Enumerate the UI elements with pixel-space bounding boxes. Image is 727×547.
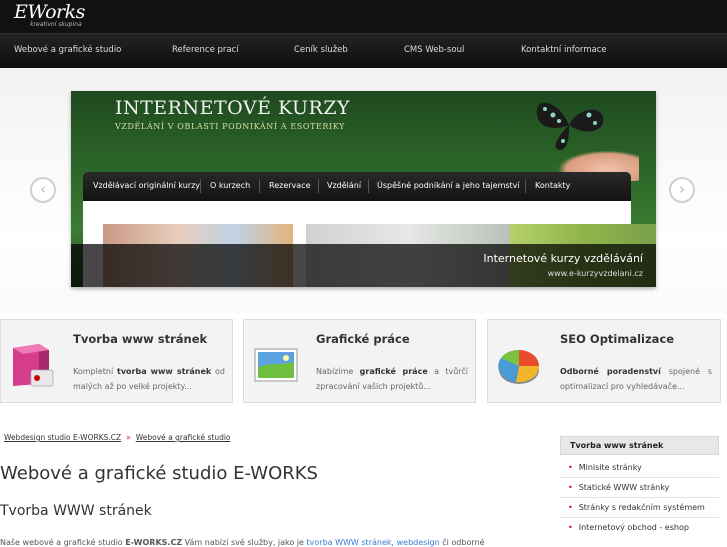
nav-item-studio[interactable]: Webové a grafické studio — [14, 45, 121, 55]
main-navigation: Webové a grafické studio Reference prací… — [0, 33, 727, 69]
slider-prev-button[interactable]: ‹ — [30, 177, 56, 203]
sidebar-divider — [560, 477, 719, 478]
slide-menu: Vzdělávací originální kurzy O kurzech Re… — [83, 172, 631, 201]
service-description: Odborné poradenství spojené s optimaliza… — [560, 367, 713, 391]
link-webdesign[interactable]: webdesign — [397, 538, 440, 547]
logo-prefix: E — [14, 1, 28, 23]
sidebar-item-cms[interactable]: • Stránky s redakčním systémem — [568, 503, 705, 512]
breadcrumb: Webdesign studio E-WORKS.CZ » Webové a gra… — [4, 433, 231, 442]
service-title: SEO Optimalizace — [560, 332, 675, 346]
breadcrumb-current[interactable]: Webové a grafické studio — [136, 433, 231, 442]
link-web-creation[interactable]: tvorba WWW stránek — [307, 538, 392, 547]
slide-menu-divider — [200, 179, 201, 193]
slide-caption[interactable]: Internetové kurzy vzdělávání www.e-kurzy… — [71, 244, 656, 287]
nav-item-pricing[interactable]: Ceník služeb — [294, 45, 348, 55]
nav-item-contact[interactable]: Kontaktní informace — [521, 45, 607, 55]
service-description: Kompletní tvorba www stránek od malých a… — [73, 367, 226, 391]
caption-url: www.e-kurzyvzdelani.cz — [547, 269, 643, 278]
slide-menu-reservation[interactable]: Rezervace — [269, 181, 311, 190]
slide-menu-contacts[interactable]: Kontakty — [535, 181, 570, 190]
slide-menu-courses[interactable]: Vzdělávací originální kurzy — [93, 181, 200, 190]
slide-menu-business[interactable]: Úspěšné podnikání a jeho tajemství — [377, 181, 520, 190]
page-title: Webové a grafické studio E-WORKS — [0, 463, 318, 484]
service-title: Grafické práce — [316, 332, 410, 346]
nav-item-reference[interactable]: Reference prací — [172, 45, 239, 55]
sidebar-divider — [560, 517, 719, 518]
logo-text: Works — [27, 1, 85, 23]
sidebar-heading: Tvorba www stránek — [560, 436, 719, 455]
nav-item-cms[interactable]: CMS Web-soul — [404, 45, 464, 55]
service-box-seo[interactable]: SEO Optimalizace Odborné poradenství spo… — [487, 319, 721, 403]
picture-icon — [254, 348, 298, 382]
butterfly-icon — [536, 102, 604, 150]
breadcrumb-separator: » — [126, 433, 131, 442]
slider-next-button[interactable]: › — [669, 177, 695, 203]
service-title: Tvorba www stránek — [73, 332, 208, 346]
sidebar-divider — [560, 497, 719, 498]
service-description: Nabízíme grafické práce a tvůrčí zpracov… — [316, 367, 468, 391]
sidebar-item-static[interactable]: • Statické WWW stránky — [568, 483, 669, 492]
intro-paragraph: Naše webové a grafické studio E-WORKS.CZ… — [0, 538, 485, 547]
sidebar-item-minisite[interactable]: • Minisite stránky — [568, 463, 642, 472]
featured-slider[interactable]: INTERNETOVÉ KURZY VZDĚLÁNÍ V OBLASTI POD… — [71, 91, 656, 287]
slide-menu-divider — [368, 179, 369, 193]
caption-title: Internetové kurzy vzdělávání — [483, 252, 643, 265]
slide-menu-about[interactable]: O kurzech — [210, 181, 250, 190]
service-box-graphics[interactable]: Grafické práce Nabízíme grafické práce a… — [243, 319, 476, 403]
logo-tagline: kreativní skupina — [30, 21, 82, 28]
section-heading: Tvorba WWW stránek — [0, 503, 152, 519]
slide-menu-divider — [259, 179, 260, 193]
slide-menu-education[interactable]: Vzdělání — [327, 181, 361, 190]
slide-menu-divider — [318, 179, 319, 193]
sidebar-item-eshop[interactable]: • Internetový obchod - eshop — [568, 523, 689, 532]
software-box-icon — [13, 344, 54, 387]
site-logo[interactable]: EWorks kreativní skupina — [14, 2, 85, 28]
slide-subtitle: VZDĚLÁNÍ V OBLASTI PODNIKÁNÍ A ESOTERIKY — [115, 122, 345, 131]
pie-chart-icon — [498, 349, 540, 384]
service-box-web[interactable]: Tvorba www stránek Kompletní tvorba www … — [0, 319, 233, 403]
slide-title: INTERNETOVÉ KURZY — [115, 97, 351, 119]
slide-menu-divider — [525, 179, 526, 193]
breadcrumb-home[interactable]: Webdesign studio E-WORKS.CZ — [4, 433, 121, 442]
top-bar: EWorks kreativní skupina — [0, 0, 727, 33]
